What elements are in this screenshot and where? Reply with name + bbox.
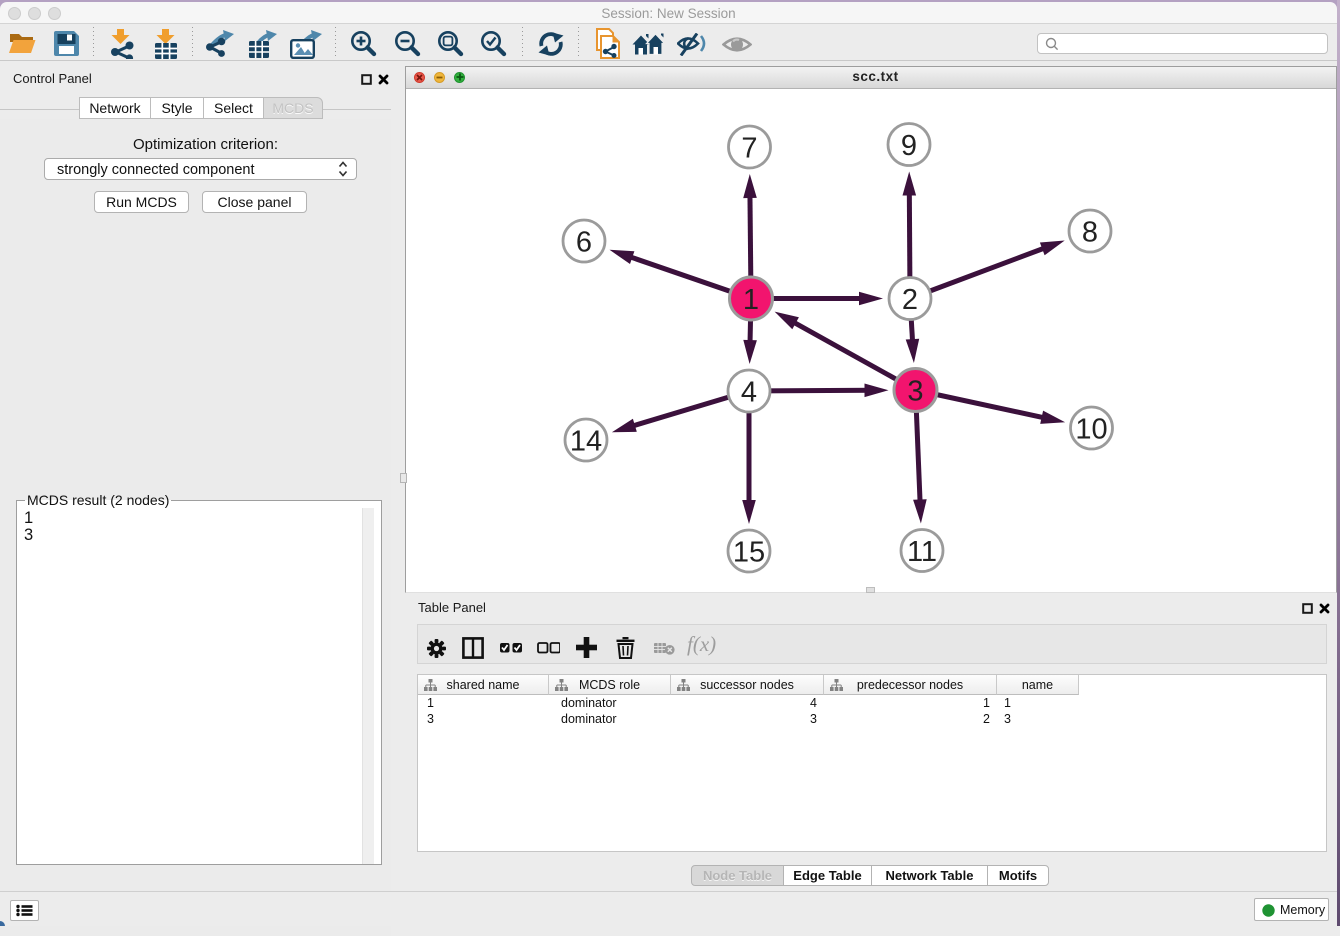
svg-text:10: 10 <box>1075 414 1107 446</box>
svg-text:11: 11 <box>907 536 937 568</box>
svg-text:1: 1 <box>743 284 759 316</box>
svg-text:3: 3 <box>907 376 923 408</box>
svg-text:6: 6 <box>576 227 592 259</box>
svg-text:9: 9 <box>901 130 917 162</box>
svg-text:4: 4 <box>741 377 757 409</box>
svg-text:15: 15 <box>733 537 765 569</box>
svg-text:7: 7 <box>741 133 757 165</box>
svg-text:14: 14 <box>570 426 602 458</box>
svg-text:2: 2 <box>902 284 918 316</box>
svg-text:8: 8 <box>1082 217 1098 249</box>
